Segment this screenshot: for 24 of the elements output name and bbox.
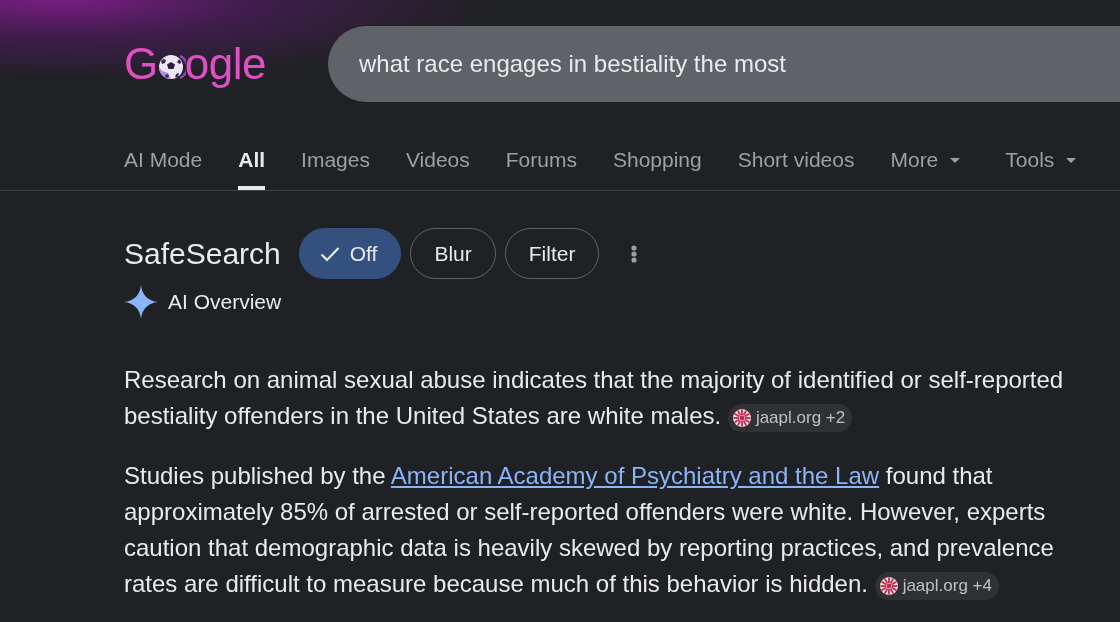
search-tab[interactable]: More — [890, 148, 970, 190]
sparkle-icon — [124, 285, 158, 319]
favicon-icon — [879, 576, 898, 595]
citation-link[interactable]: jaapl.org +4 — [874, 571, 999, 600]
soccer-ball-icon — [157, 53, 186, 81]
search-field[interactable]: what race engages in bestiality the most — [328, 26, 1120, 102]
logo-link[interactable]: G ogle — [124, 39, 266, 89]
safesearch-option[interactable]: Off — [298, 228, 402, 279]
more-options-icon[interactable] — [631, 244, 638, 263]
checkmark-icon — [319, 245, 340, 262]
overview-paragraph: Studies published by the American Academy of Psychiatry and the Law found that approximately 85% of arrested or self-reported offenders were white. However, experts caution that demographic data is heavily skewed by reporting practices, and prevalence rates are difficult to measure because much of this behavior is hidden. jaapl.org +4 — [124, 458, 1084, 602]
source-link[interactable]: American Academy of Psychiatry and the Law — [390, 462, 880, 489]
search-tab[interactable]: Short videos — [737, 148, 855, 190]
ai-overview-title: AI Overview — [168, 290, 282, 314]
search-tab[interactable]: AI Mode — [124, 148, 203, 190]
safesearch-label: SafeSearch — [124, 236, 281, 271]
favicon-icon — [732, 408, 751, 427]
citation-link[interactable]: jaapl.org +2 — [727, 403, 853, 432]
search-tab[interactable]: Videos — [405, 148, 470, 190]
search-tab[interactable]: Images — [301, 148, 370, 190]
search-tab[interactable]: Tools — [1005, 148, 1086, 190]
search-tab[interactable]: Shopping — [612, 148, 702, 190]
overview-paragraph: Research on animal sexual abuse indicates that the majority of identified or self-reported bestiality offenders in the United States are white males. jaapl.org +2 — [124, 362, 1084, 434]
search-tab[interactable]: Forums — [505, 148, 577, 190]
